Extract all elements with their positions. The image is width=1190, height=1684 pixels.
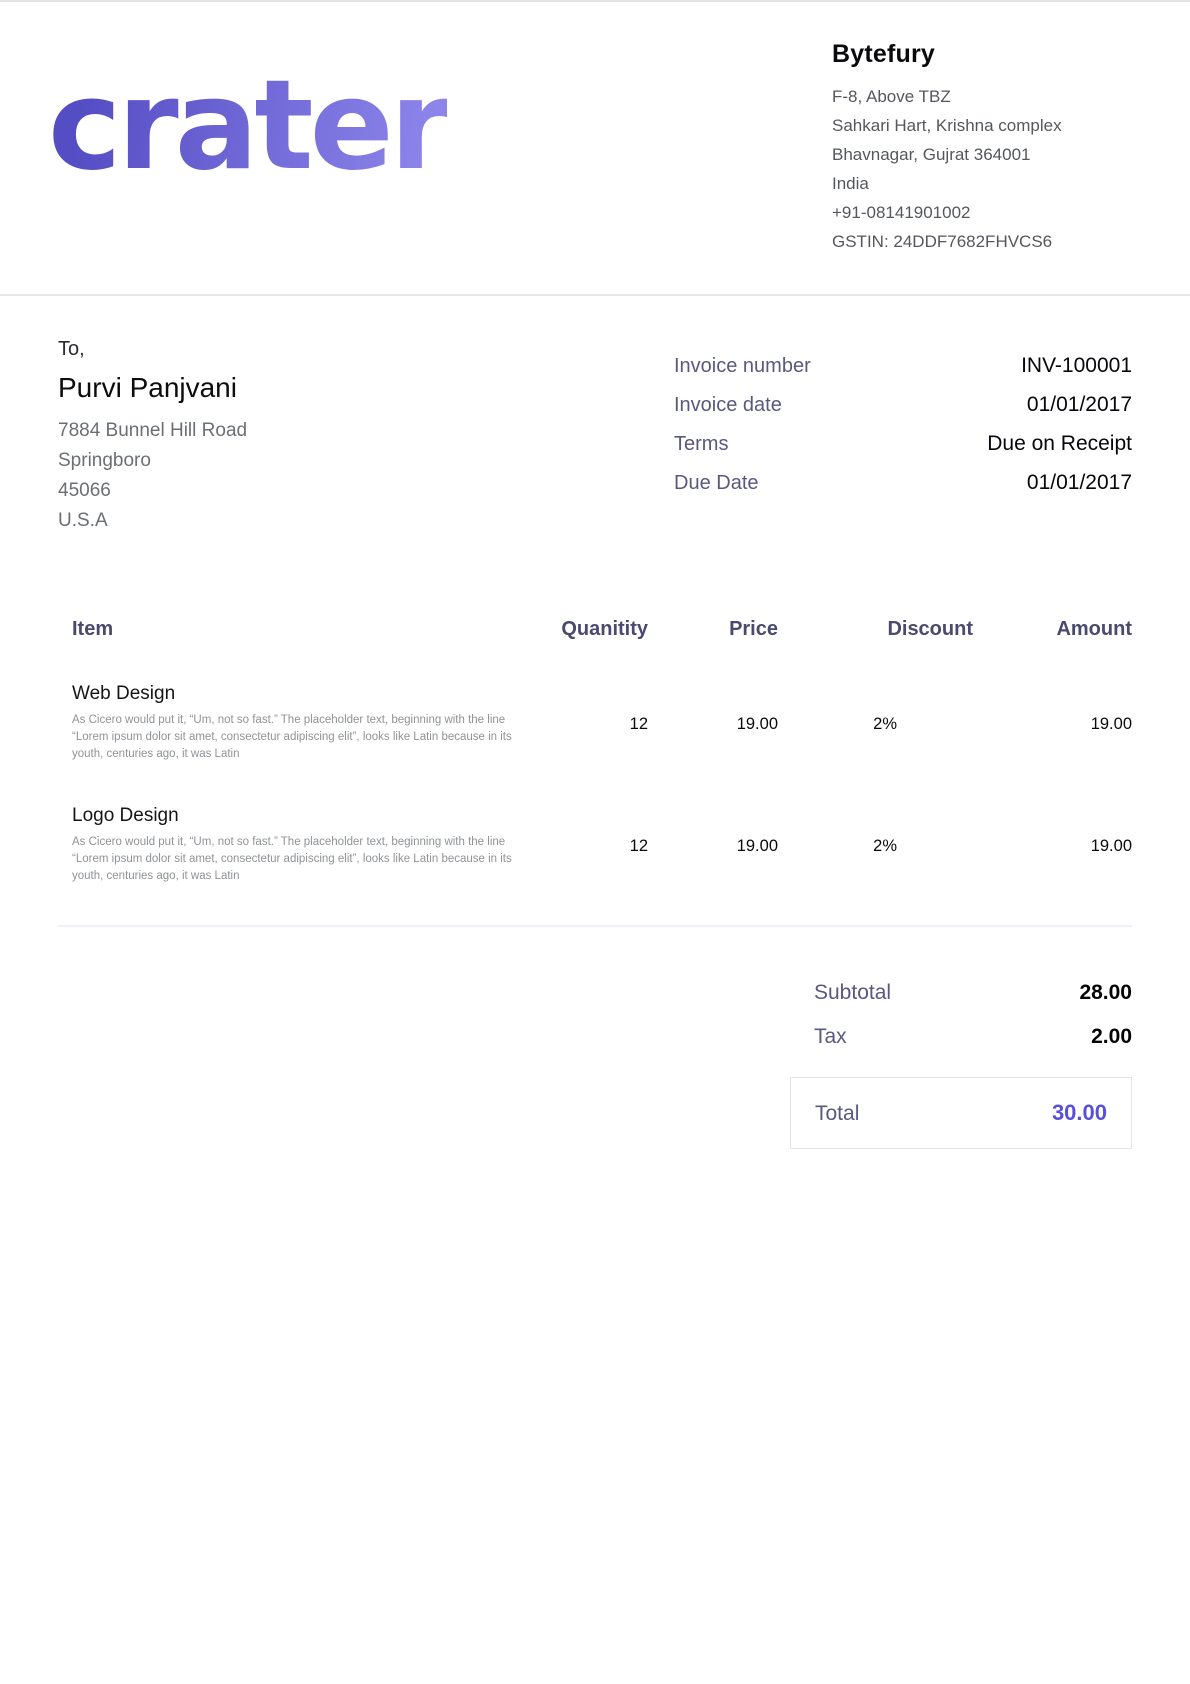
due-date-value: 01/01/2017 (1027, 471, 1132, 495)
invoice-page: crater Bytefury F-8, Above TBZ Sahkari H… (0, 0, 1190, 1684)
items-table-header: Item Quanitity Price Discount Amount (58, 618, 1132, 641)
item-description: As Cicero would put it, “Um, not so fast… (72, 834, 544, 885)
customer-address-line: Springboro (58, 446, 247, 476)
item-amount: 19.00 (973, 683, 1132, 763)
table-divider (58, 925, 1132, 927)
meta-row: Terms Due on Receipt (674, 432, 1132, 456)
item-description: As Cicero would put it, “Um, not so fast… (72, 712, 544, 763)
bill-to-label: To, (58, 338, 247, 361)
subtotal-row: Subtotal 28.00 (790, 971, 1132, 1015)
totals-section: Subtotal 28.00 Tax 2.00 Total 30.00 (790, 971, 1132, 1149)
column-header-item: Item (58, 618, 558, 641)
tax-row: Tax 2.00 (790, 1015, 1132, 1059)
customer-address-line: 7884 Bunnel Hill Road (58, 416, 247, 446)
invoice-date-label: Invoice date (674, 394, 782, 417)
invoice-number-value: INV-100001 (1021, 354, 1132, 378)
column-header-price: Price (648, 618, 778, 641)
grand-total-value: 30.00 (1052, 1100, 1107, 1126)
column-header-discount: Discount (778, 618, 973, 641)
item-discount: 2% (778, 805, 973, 885)
company-info: Bytefury F-8, Above TBZ Sahkari Hart, Kr… (832, 40, 1132, 256)
invoice-number-label: Invoice number (674, 355, 811, 378)
item-cell: Logo Design As Cicero would put it, “Um,… (58, 805, 558, 885)
column-header-quantity: Quanitity (558, 618, 648, 641)
table-row: Web Design As Cicero would put it, “Um, … (58, 683, 1132, 763)
subtotal-label: Subtotal (814, 981, 891, 1005)
items-table: Item Quanitity Price Discount Amount Web… (58, 618, 1132, 927)
customer-address-line: U.S.A (58, 506, 247, 536)
company-address-line: Sahkari Hart, Krishna complex (832, 111, 1132, 140)
company-phone: +91-08141901002 (832, 198, 1132, 227)
item-discount: 2% (778, 683, 973, 763)
invoice-date-value: 01/01/2017 (1027, 393, 1132, 417)
meta-row: Due Date 01/01/2017 (674, 471, 1132, 495)
item-name: Logo Design (72, 805, 558, 827)
table-row: Logo Design As Cicero would put it, “Um,… (58, 805, 1132, 885)
item-cell: Web Design As Cicero would put it, “Um, … (58, 683, 558, 763)
tax-label: Tax (814, 1025, 847, 1049)
item-quantity: 12 (558, 683, 648, 763)
invoice-meta: Invoice number INV-100001 Invoice date 0… (674, 354, 1132, 536)
terms-label: Terms (674, 433, 728, 456)
company-gstin: GSTIN: 24DDF7682FHVCS6 (832, 227, 1132, 256)
item-quantity: 12 (558, 805, 648, 885)
column-header-amount: Amount (973, 618, 1132, 641)
meta-row: Invoice number INV-100001 (674, 354, 1132, 378)
grand-total-box: Total 30.00 (790, 1077, 1132, 1149)
customer-address-line: 45066 (58, 476, 247, 506)
invoice-header: crater Bytefury F-8, Above TBZ Sahkari H… (0, 2, 1190, 296)
tax-value: 2.00 (1091, 1025, 1132, 1049)
company-address-line: F-8, Above TBZ (832, 82, 1132, 111)
meta-row: Invoice date 01/01/2017 (674, 393, 1132, 417)
company-address-line: Bhavnagar, Gujrat 364001 (832, 140, 1132, 169)
billing-section: To, Purvi Panjvani 7884 Bunnel Hill Road… (0, 296, 1190, 536)
company-name: Bytefury (832, 40, 1132, 69)
item-amount: 19.00 (973, 805, 1132, 885)
bill-to-block: To, Purvi Panjvani 7884 Bunnel Hill Road… (58, 338, 247, 536)
subtotal-value: 28.00 (1079, 981, 1132, 1005)
customer-name: Purvi Panjvani (58, 372, 247, 404)
company-address-line: India (832, 169, 1132, 198)
terms-value: Due on Receipt (987, 432, 1132, 456)
grand-total-label: Total (815, 1102, 859, 1126)
item-name: Web Design (72, 683, 558, 705)
item-price: 19.00 (648, 683, 778, 763)
item-price: 19.00 (648, 805, 778, 885)
crater-logo: crater (48, 64, 447, 188)
due-date-label: Due Date (674, 472, 759, 495)
